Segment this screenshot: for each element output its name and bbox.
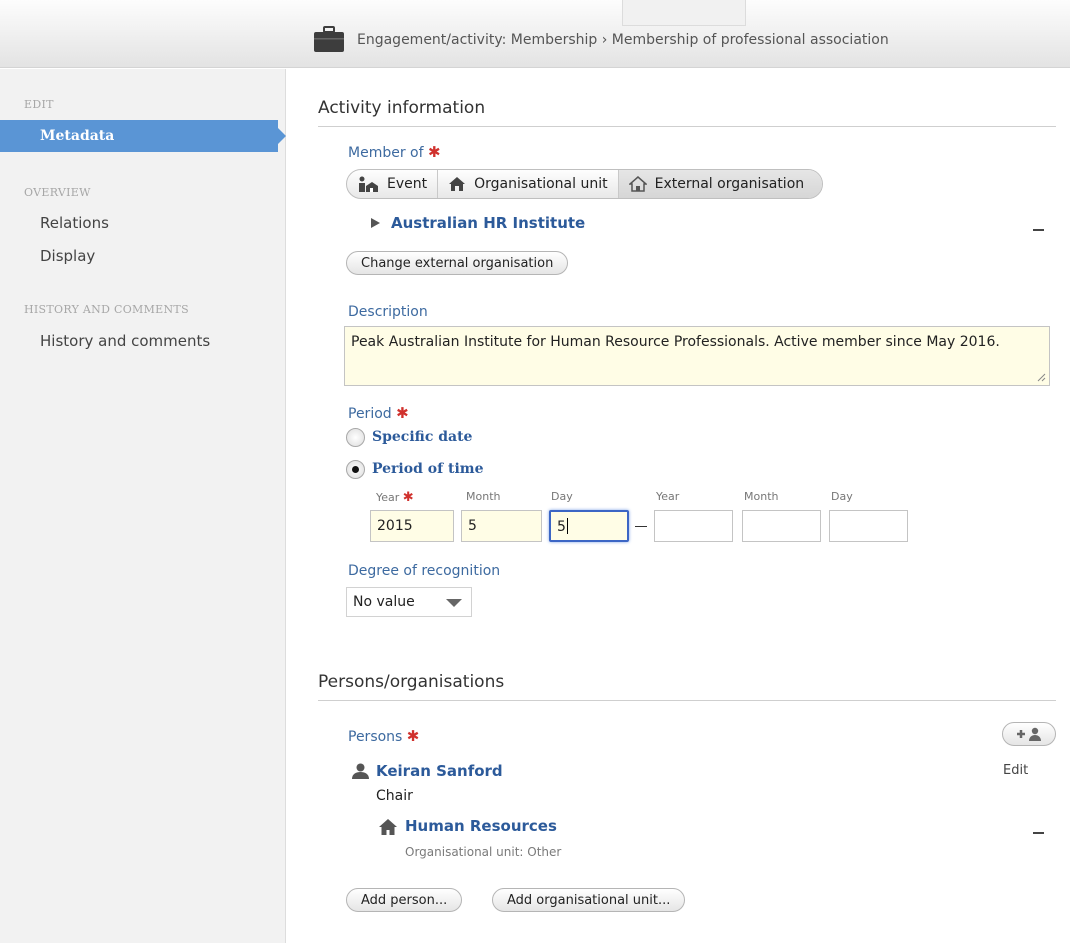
start-day-header: Day (551, 490, 573, 503)
event-icon (359, 176, 378, 192)
external-home-icon (628, 176, 647, 192)
start-month-input[interactable]: 5 (461, 510, 542, 542)
persons-label: Persons ✱ (348, 727, 419, 745)
member-type-external-organisation-label: External organisation (654, 176, 805, 192)
end-month-input[interactable] (742, 510, 821, 542)
home-icon (449, 177, 466, 191)
start-month-header: Month (466, 490, 501, 503)
period-of-time-radio[interactable] (346, 460, 365, 479)
period-of-time-label[interactable]: Period of time (372, 461, 484, 477)
change-external-organisation-button[interactable]: Change external organisation (346, 251, 569, 275)
end-year-input[interactable] (654, 510, 733, 542)
header-tab-placeholder (622, 0, 746, 26)
person-icon (352, 763, 369, 779)
member-type-external-organisation[interactable]: External organisation (618, 170, 823, 198)
member-organisation-link[interactable]: Australian HR Institute (391, 214, 585, 232)
organisation-unit-link[interactable]: Human Resources (405, 817, 557, 835)
recognition-select-value: No value (353, 594, 415, 610)
start-year-header-text: Year (376, 491, 400, 504)
breadcrumb: Engagement/activity: Membership › Member… (357, 32, 889, 48)
briefcase-icon (314, 26, 344, 52)
member-type-organisational-unit[interactable]: Organisational unit (438, 170, 619, 198)
page-header: Engagement/activity: Membership › Member… (0, 0, 1070, 68)
resize-grip-icon[interactable] (1037, 373, 1046, 382)
text-caret (566, 518, 568, 534)
start-year-input[interactable]: 2015 (370, 510, 454, 542)
recognition-select[interactable]: No value (346, 587, 472, 617)
period-specific-date-radio[interactable] (346, 428, 365, 447)
member-type-selector: Event Organisational unit External organ… (346, 169, 824, 199)
add-user-icon (1017, 727, 1041, 741)
sidebar (0, 69, 286, 943)
start-day-input[interactable]: 5 (549, 510, 629, 542)
add-person-icon-button[interactable] (1002, 722, 1056, 746)
required-mark: ✱ (427, 143, 441, 161)
sidebar-item-display[interactable]: Display (40, 247, 95, 265)
required-mark: ✱ (406, 727, 420, 745)
sidebar-item-relations[interactable]: Relations (40, 214, 109, 232)
member-of-label: Member of ✱ (348, 143, 441, 161)
period-label-text: Period (348, 406, 392, 422)
add-person-button[interactable]: Add person... (346, 888, 463, 912)
end-day-input[interactable] (829, 510, 908, 542)
persons-label-text: Persons (348, 729, 403, 745)
sidebar-heading-overview: OVERVIEW (24, 186, 91, 199)
section-divider (318, 700, 1056, 701)
date-range-dash (635, 526, 647, 527)
section-title-persons: Persons/organisations (318, 672, 505, 692)
end-day-header: Day (831, 490, 853, 503)
sidebar-item-metadata[interactable]: Metadata (0, 120, 286, 152)
period-label: Period ✱ (348, 404, 409, 422)
person-role: Chair (376, 788, 413, 804)
start-day-value: 5 (557, 519, 566, 535)
description-textarea[interactable]: Peak Australian Institute for Human Reso… (344, 326, 1050, 386)
required-mark: ✱ (396, 404, 409, 422)
description-text: Peak Australian Institute for Human Reso… (351, 334, 1000, 350)
required-mark: ✱ (402, 490, 414, 505)
edit-link[interactable]: Edit (1003, 763, 1028, 778)
section-title-activity: Activity information (318, 98, 486, 118)
description-label: Description (348, 304, 428, 320)
start-year-header: Year ✱ (376, 490, 414, 505)
expand-triangle-icon[interactable] (371, 218, 380, 228)
home-icon (379, 819, 397, 835)
person-name-link[interactable]: Keiran Sanford (376, 762, 503, 780)
period-specific-date-label[interactable]: Specific date (372, 429, 472, 445)
sidebar-heading-history: HISTORY AND COMMENTS (24, 303, 189, 316)
chevron-down-icon (446, 599, 462, 607)
end-month-header: Month (744, 490, 779, 503)
member-type-organisational-unit-label: Organisational unit (474, 176, 608, 192)
end-year-header: Year (656, 490, 680, 503)
section-divider (318, 126, 1056, 127)
recognition-label: Degree of recognition (348, 563, 501, 579)
remove-member-icon[interactable] (1033, 229, 1044, 231)
remove-organisation-icon[interactable] (1033, 832, 1044, 834)
sidebar-item-history-and-comments[interactable]: History and comments (40, 332, 210, 350)
member-type-event-label: Event (387, 176, 428, 192)
add-organisational-unit-button[interactable]: Add organisational unit... (492, 888, 686, 912)
organisation-unit-type: Organisational unit: Other (405, 845, 562, 859)
sidebar-heading-edit: EDIT (24, 98, 54, 111)
member-type-event[interactable]: Event (347, 170, 439, 198)
member-of-label-text: Member of (348, 145, 424, 161)
